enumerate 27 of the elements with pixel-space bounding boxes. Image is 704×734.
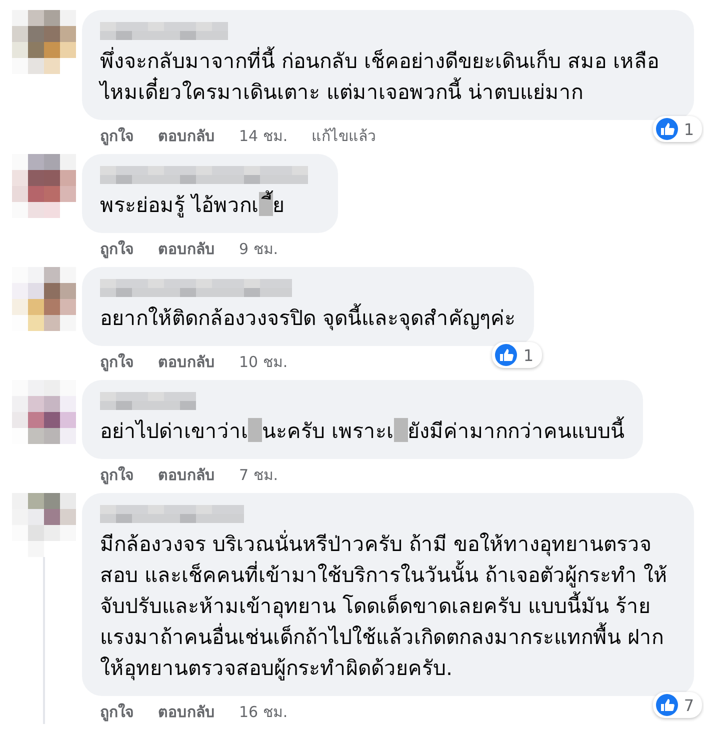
reply-link[interactable]: ตอบกลับ (158, 237, 215, 261)
reply-link[interactable]: ตอบกลับ (158, 350, 215, 374)
reaction-badge[interactable]: 1 (652, 116, 702, 142)
timestamp[interactable]: 14 ชม. (239, 124, 288, 148)
timestamp[interactable]: 9 ชม. (239, 237, 278, 261)
thumbs-up-icon (656, 694, 678, 716)
reaction-badge[interactable]: 1 (492, 342, 542, 368)
timestamp[interactable]: 16 ชม. (239, 700, 288, 724)
comment-text: อยากให้ติดกล้องวงจรปิด จุดนี้และจุดสำคัญๆค่ะ (100, 303, 516, 334)
reply-link[interactable]: ตอบกลับ (158, 463, 215, 487)
comment-text: มีกล้องวงจร บริเวณนั่นหรีป่าวครับ ถ้ามี ขอให้ทางอุทยานตรวจ สอบ และเช็คคนที่เข้ามาใช้บริการในวันนั้น ถ้าเจอตัวผู้กระทำ ให้จับปรับและห้ามเข้าอุทยาน โดดเด็ดขาดเลยครับ แบบนี้มัน ร้ายแรงมาถ้าคนอื่นเช่นเด็กถ้าไปใช้แล้วเกิดตกลงมากระแทกพื้น ฝากให้อุทยานตรวจสอบผู้กระทำผิดด้วยครับ. (100, 529, 669, 682)
timestamp[interactable]: 7 ชม. (239, 463, 278, 487)
edited-label: แก้ไขแล้ว (312, 126, 376, 147)
comment-text: อย่าไปด่าเขาว่าเ นะครับ เพราะเ ยังมีค่ามากกว่าคนแบบนี้ (100, 416, 625, 447)
reply-link[interactable]: ตอบกลับ (158, 124, 215, 148)
like-link[interactable]: ถูกใจ (100, 237, 134, 261)
thumbs-up-icon (656, 118, 678, 140)
timestamp[interactable]: 10 ชม. (239, 350, 288, 374)
like-link[interactable]: ถูกใจ (100, 700, 134, 724)
like-link[interactable]: ถูกใจ (100, 350, 134, 374)
reply-link[interactable]: ตอบกลับ (158, 700, 215, 724)
comment-text: พระย่อมรู้ ไอ้พวกเ ี้ย (100, 190, 320, 221)
like-link[interactable]: ถูกใจ (100, 463, 134, 487)
reaction-badge[interactable]: 7 (652, 692, 702, 718)
like-link[interactable]: ถูกใจ (100, 124, 134, 148)
comment-text: พึ่งจะกลับมาจากที่นี้ ก่อนกลับ เช็คอย่างดีขยะเดินเก็บ สมอ เหลือไหมเดี๋ยวใครมาเดินเตาะ แต่มาเจอพวกนี้ น่าตบแย่มาก (100, 46, 676, 108)
thumbs-up-icon (495, 344, 518, 366)
